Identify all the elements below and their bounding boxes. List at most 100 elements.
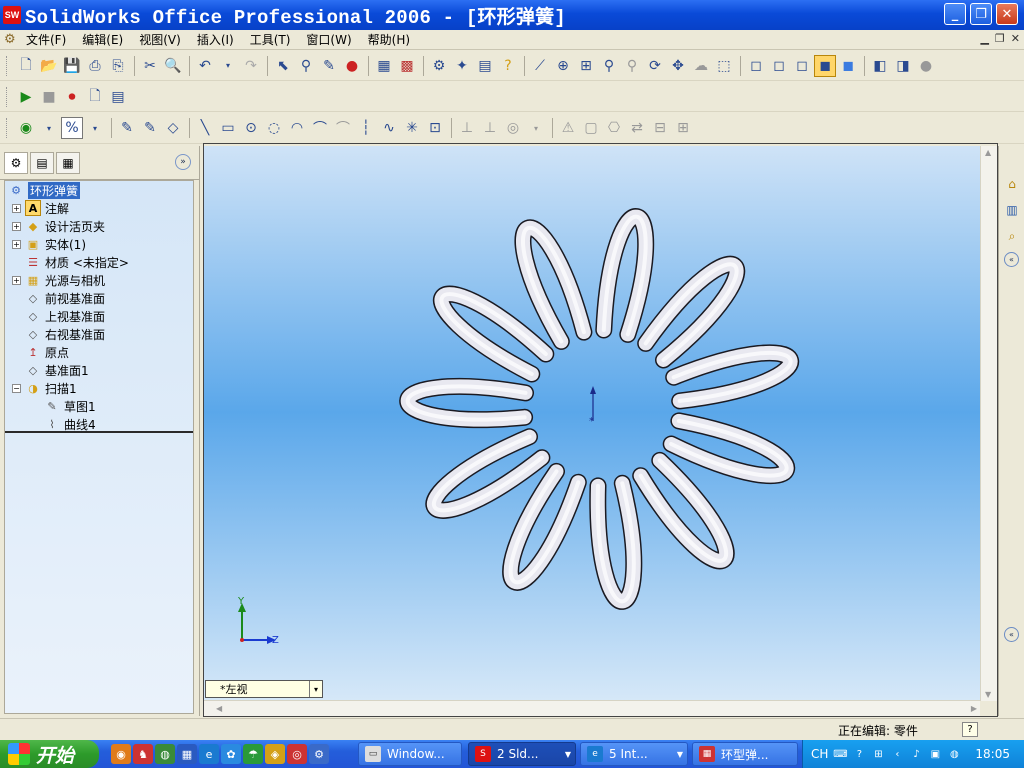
tree-root-part[interactable]: ⚙ 环形弹簧 xyxy=(8,181,81,199)
menu-help[interactable]: 帮助(H) xyxy=(368,31,410,48)
hidden-lines-visible-icon[interactable]: ◻ xyxy=(768,55,790,77)
expand-icon[interactable]: + xyxy=(12,221,21,231)
view-orientation-icon[interactable]: ☁ xyxy=(690,55,712,77)
mirror-icon[interactable]: ⚠ xyxy=(557,117,579,139)
expand-task-pane-icon[interactable]: « xyxy=(1004,252,1019,267)
copy-icon[interactable]: ⊟ xyxy=(649,117,671,139)
options-icon[interactable]: ⚙ xyxy=(428,55,450,77)
undo-dropdown-icon[interactable]: ▾ xyxy=(217,55,239,77)
maximize-button[interactable]: ❐ xyxy=(970,3,992,25)
sketch-icon[interactable]: ✎ xyxy=(116,117,138,139)
properties-icon[interactable]: ▤ xyxy=(474,55,496,77)
print-preview-icon[interactable]: ⎘ xyxy=(107,55,129,77)
scroll-up-icon[interactable]: ▲ xyxy=(985,148,991,157)
volume-icon[interactable]: ♪ xyxy=(909,747,923,761)
language-indicator[interactable]: CH xyxy=(811,747,828,761)
tray-icon[interactable]: ◍ xyxy=(947,747,961,761)
taskbar-button-internet-explorer[interactable]: e 5 Int... ▼ xyxy=(580,742,688,766)
tree-item-lights-cameras[interactable]: + ▦ 光源与相机 xyxy=(12,271,105,289)
shadows-icon[interactable]: ◧ xyxy=(869,55,891,77)
chevron-down-icon[interactable]: ▾ xyxy=(309,681,322,697)
menu-edit[interactable]: 编辑(E) xyxy=(82,31,123,48)
tray-icon[interactable]: ⊞ xyxy=(871,747,885,761)
circle-icon[interactable]: ⊙ xyxy=(240,117,262,139)
quicklaunch-icon[interactable]: ⚙ xyxy=(309,744,329,764)
run-macro-icon[interactable]: ▶ xyxy=(15,86,37,108)
quicklaunch-icon[interactable]: ♞ xyxy=(133,744,153,764)
expand-icon[interactable]: + xyxy=(12,203,21,213)
chevron-left-icon[interactable]: ‹ xyxy=(890,747,904,761)
graphics-viewport[interactable]: * Y Z xyxy=(204,146,980,701)
hidden-lines-removed-icon[interactable]: ◻ xyxy=(791,55,813,77)
trim-icon[interactable]: ⊥ xyxy=(456,117,478,139)
three-point-arc-icon[interactable]: ⌒ xyxy=(309,117,331,139)
keyboard-icon[interactable]: ⌨ xyxy=(833,747,847,761)
horizontal-scrollbar[interactable]: ◀ ▶ xyxy=(204,700,980,716)
collapse-icon[interactable]: − xyxy=(12,383,21,393)
close-button[interactable]: ✕ xyxy=(996,3,1018,25)
scroll-right-icon[interactable]: ▶ xyxy=(971,704,977,713)
rotate-icon[interactable]: ⟳ xyxy=(644,55,666,77)
tree-item-material[interactable]: ☰ 材质 <未指定> xyxy=(25,253,129,271)
tree-item-sketch1[interactable]: ✎ 草图1 xyxy=(44,397,95,415)
eraser-icon[interactable]: ◇ xyxy=(162,117,184,139)
quicklaunch-icon[interactable]: ✿ xyxy=(221,744,241,764)
select-icon[interactable]: ⬉ xyxy=(272,55,294,77)
clock[interactable]: 18:05 xyxy=(975,747,1010,761)
tree-item-top-plane[interactable]: ◇ 上视基准面 xyxy=(25,307,105,325)
configuration-manager-tab[interactable]: ▦ xyxy=(56,151,80,174)
offset-icon[interactable]: ◎ xyxy=(502,117,524,139)
quicklaunch-icon[interactable]: ◉ xyxy=(111,744,131,764)
point-icon[interactable]: ✳ xyxy=(401,117,423,139)
toolbar-grip[interactable] xyxy=(6,86,9,107)
doc-minimize-button[interactable]: ▁ xyxy=(980,32,988,45)
property-manager-tab[interactable]: ▤ xyxy=(30,151,54,174)
open-icon[interactable]: 📂 xyxy=(38,55,60,77)
tree-item-solid-bodies[interactable]: + ▣ 实体(1) xyxy=(12,235,86,253)
taskbar-button-explorer[interactable]: ▭ Window... xyxy=(358,742,462,766)
zoom-area-icon[interactable]: ⊞ xyxy=(575,55,597,77)
rotate-entity-icon[interactable]: ⎔ xyxy=(603,117,625,139)
tree-item-sweep1[interactable]: − ◑ 扫描1 xyxy=(12,379,77,397)
save-icon[interactable]: 💾 xyxy=(61,55,83,77)
material-editor-icon[interactable]: ▩ xyxy=(396,55,418,77)
standard-views-icon[interactable]: ⬚ xyxy=(713,55,735,77)
doc-restore-button[interactable]: ❐ xyxy=(995,32,1005,45)
pan-icon[interactable]: ✥ xyxy=(667,55,689,77)
photoworks-icon[interactable]: ✦ xyxy=(451,55,473,77)
cut-icon[interactable]: ✂ xyxy=(139,55,161,77)
menu-insert[interactable]: 插入(I) xyxy=(197,31,234,48)
tree-item-annotations[interactable]: + A 注解 xyxy=(12,199,69,217)
scroll-down-icon[interactable]: ▼ xyxy=(985,690,991,699)
quicklaunch-icon[interactable]: ◎ xyxy=(287,744,307,764)
shaded-with-edges-icon[interactable]: ◼ xyxy=(814,54,836,77)
dropdown-arrow-icon[interactable]: ▾ xyxy=(38,117,60,139)
torus-spring-model[interactable]: * Y Z xyxy=(204,146,980,701)
feature-manager-tab[interactable]: ⚙ xyxy=(4,151,28,174)
expand-panel-icon[interactable]: » xyxy=(175,154,191,170)
record-macro-icon[interactable]: ⏺ xyxy=(61,86,83,108)
tree-item-origin[interactable]: ↥ 原点 xyxy=(25,343,69,361)
section-view-icon[interactable]: ◨ xyxy=(892,55,914,77)
file-explorer-icon[interactable]: ⌕ xyxy=(1002,226,1022,246)
wireframe-icon[interactable]: ◻ xyxy=(745,55,767,77)
expand-icon[interactable]: + xyxy=(12,275,21,285)
shaded-icon[interactable]: ◼ xyxy=(837,55,859,77)
new-icon[interactable]: 🗋 xyxy=(15,55,37,77)
linear-pattern-icon[interactable]: ⊞ xyxy=(672,117,694,139)
spline-icon[interactable]: ∿ xyxy=(378,117,400,139)
solidworks-app-icon[interactable]: SW xyxy=(3,6,21,24)
start-button[interactable]: 开始 xyxy=(0,740,99,768)
rollback-bar[interactable] xyxy=(5,431,193,433)
3d-sketch-icon[interactable]: ✎ xyxy=(139,117,161,139)
dropdown-arrow-icon[interactable]: ▾ xyxy=(84,117,106,139)
stop-macro-icon[interactable]: ■ xyxy=(38,86,60,108)
move-icon[interactable]: ▢ xyxy=(580,117,602,139)
zoom-fit-icon[interactable]: ⊕ xyxy=(552,55,574,77)
doc-close-button[interactable]: ✕ xyxy=(1011,32,1020,45)
expand-icon[interactable]: + xyxy=(12,239,21,249)
construction-geometry-icon[interactable]: ⊡ xyxy=(424,117,446,139)
select-filter-icon[interactable]: ⚲ xyxy=(295,55,317,77)
zoom-in-out-icon[interactable]: ⚲ xyxy=(598,55,620,77)
internet-explorer-icon[interactable]: e xyxy=(199,744,219,764)
